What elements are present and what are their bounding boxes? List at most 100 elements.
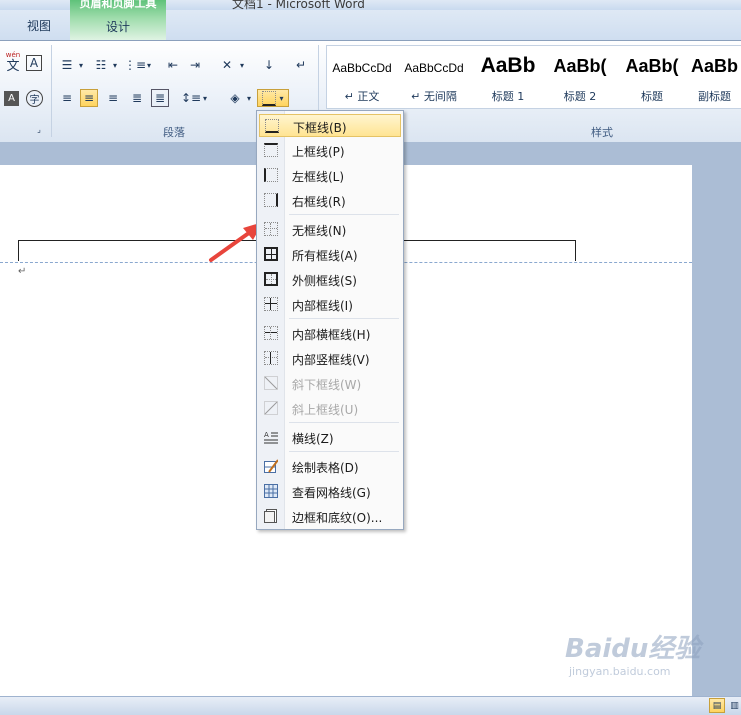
- justify-icon[interactable]: ≣: [128, 89, 146, 107]
- left-border-icon: [264, 168, 278, 182]
- line-spacing-icon[interactable]: ↕≡: [181, 89, 201, 107]
- menu-item-label: 斜下框线(W): [292, 378, 362, 392]
- style-name: 标题 1: [491, 90, 525, 103]
- group-separator: [51, 45, 52, 137]
- svg-text:A: A: [264, 431, 269, 439]
- menu-item-right-border[interactable]: 右框线(R): [259, 189, 401, 212]
- align-right-icon[interactable]: ≡: [104, 89, 122, 107]
- menu-separator: [289, 451, 399, 452]
- print-layout-view-icon[interactable]: ▤: [709, 698, 725, 713]
- menu-item-left-border[interactable]: 左框线(L): [259, 164, 401, 187]
- line-spacing-dropdown-icon[interactable]: ▾: [200, 89, 210, 107]
- tab-design[interactable]: 设计: [70, 18, 166, 35]
- menu-item-label: 边框和底纹(O)...: [292, 511, 383, 525]
- align-center-icon[interactable]: ≡: [80, 89, 98, 107]
- paragraph-mark: ↵: [18, 266, 27, 277]
- borders-shading-icon: [264, 509, 277, 523]
- style-sample: AaBb: [480, 54, 536, 77]
- phonetic-guide-icon[interactable]: wén 文: [4, 51, 22, 74]
- enclose-characters-icon[interactable]: 字: [26, 90, 43, 107]
- menu-item-draw-table[interactable]: 绘制表格(D): [259, 455, 401, 478]
- tab-view[interactable]: 视图: [27, 17, 51, 34]
- decrease-indent-icon[interactable]: ⇤: [164, 56, 182, 74]
- menu-item-inside-horizontal[interactable]: 内部横框线(H): [259, 322, 401, 345]
- numbering-icon[interactable]: ☷: [92, 56, 110, 74]
- style-heading-1[interactable]: AaBb 标题 1: [473, 48, 543, 104]
- view-gridlines-icon: [264, 484, 278, 498]
- sort-icon[interactable]: ↓: [260, 56, 278, 74]
- menu-item-label: 左框线(L): [292, 170, 345, 184]
- menu-separator: [289, 422, 399, 423]
- watermark-url: jingyan.baidu.com: [569, 665, 671, 678]
- enclose-char: 字: [29, 95, 40, 106]
- menu-item-diagonal-up[interactable]: 斜上框线(U): [259, 397, 401, 420]
- menu-item-label: 斜上框线(U): [292, 403, 359, 417]
- menu-item-outside-borders[interactable]: 外侧框线(S): [259, 268, 401, 291]
- borders-button[interactable]: ▾: [257, 89, 289, 107]
- show-marks-icon[interactable]: ↵: [292, 56, 310, 74]
- menu-item-label: 内部横框线(H): [292, 328, 371, 342]
- menu-item-label: 查看网格线(G): [292, 486, 371, 500]
- borders-dropdown-icon: ▾: [279, 93, 284, 103]
- style-sample: AaBb: [690, 56, 738, 76]
- shading-icon[interactable]: ◈: [226, 89, 244, 107]
- arrow-shaft: [209, 228, 255, 262]
- style-no-spacing[interactable]: AaBbCcDd ↵ 无间隔: [399, 48, 469, 104]
- menu-item-view-gridlines[interactable]: 查看网格线(G): [259, 480, 401, 503]
- bullets-dropdown-icon[interactable]: ▾: [76, 56, 86, 74]
- increase-indent-icon[interactable]: ⇥: [186, 56, 204, 74]
- character-shading-icon[interactable]: A: [4, 91, 19, 106]
- char-border-letter: A: [29, 56, 39, 70]
- bottom-border-icon: [265, 119, 279, 133]
- distributed-icon[interactable]: ≣: [151, 89, 169, 107]
- style-sample: AaBbCcDd: [332, 61, 392, 75]
- right-border-icon: [264, 193, 278, 207]
- diagonal-up-border-icon: [264, 401, 278, 415]
- inside-horizontal-border-icon: [264, 326, 278, 340]
- watermark: Baidu经验 jingyan.baidu.com: [565, 628, 700, 678]
- menu-item-no-border[interactable]: 无框线(N): [259, 218, 401, 241]
- chinese-layout-icon[interactable]: ✕: [218, 56, 236, 74]
- menu-item-label: 内部框线(I): [292, 299, 353, 313]
- multilevel-list-icon[interactable]: ⋮≡: [124, 56, 146, 74]
- menu-item-diagonal-down[interactable]: 斜下框线(W): [259, 372, 401, 395]
- menu-item-label: 外侧框线(S): [292, 274, 357, 288]
- full-screen-view-icon[interactable]: ▥: [728, 698, 741, 713]
- font-launcher-spacer: [37, 124, 47, 142]
- align-left-icon[interactable]: ≡: [58, 89, 76, 107]
- shading-letter: A: [8, 93, 15, 104]
- character-border-icon[interactable]: A: [26, 55, 42, 71]
- bullets-icon[interactable]: ☰: [58, 56, 76, 74]
- style-normal[interactable]: AaBbCcDd ↵ 正文: [327, 48, 397, 104]
- inside-borders-icon: [264, 297, 278, 311]
- menu-item-label: 所有框线(A): [292, 249, 358, 263]
- watermark-brand: Baidu经验: [565, 634, 701, 664]
- menu-item-label: 上框线(P): [292, 145, 345, 159]
- menu-item-top-border[interactable]: 上框线(P): [259, 139, 401, 162]
- menu-item-label: 横线(Z): [292, 432, 334, 446]
- numbering-dropdown-icon[interactable]: ▾: [110, 56, 120, 74]
- style-name: ↵ 正文: [344, 90, 380, 103]
- menu-item-bottom-border[interactable]: 下框线(B): [259, 114, 401, 137]
- shading-dropdown-icon[interactable]: ▾: [244, 89, 254, 107]
- diagonal-down-border-icon: [264, 376, 278, 390]
- menu-item-label: 内部竖框线(V): [292, 353, 370, 367]
- top-border-icon: [264, 143, 278, 157]
- menu-item-inside-borders[interactable]: 内部框线(I): [259, 293, 401, 316]
- header-footer-tools-group: 页眉和页脚工具 设计: [70, 0, 166, 40]
- menu-item-horizontal-line[interactable]: A 横线(Z): [259, 426, 401, 449]
- paragraph-group-label: 段落: [163, 126, 185, 139]
- menu-item-all-borders[interactable]: 所有框线(A): [259, 243, 401, 266]
- status-bar: ▤ ▥: [0, 696, 741, 715]
- menu-item-inside-vertical[interactable]: 内部竖框线(V): [259, 347, 401, 370]
- multilevel-dropdown-icon[interactable]: ▾: [144, 56, 154, 74]
- menu-item-borders-shading[interactable]: 边框和底纹(O)...: [259, 505, 401, 528]
- window-title: 文档1 - Microsoft Word: [232, 0, 365, 10]
- style-name: 标题 2: [563, 90, 597, 103]
- style-heading-2[interactable]: AaBb( 标题 2: [545, 48, 615, 104]
- style-title[interactable]: AaBb( 标题: [617, 48, 687, 104]
- style-subtitle[interactable]: AaBb 副标题: [687, 48, 741, 104]
- menu-item-label: 右框线(R): [292, 195, 346, 209]
- chinese-layout-dropdown-icon[interactable]: ▾: [237, 56, 247, 74]
- menu-item-label: 无框线(N): [292, 224, 347, 238]
